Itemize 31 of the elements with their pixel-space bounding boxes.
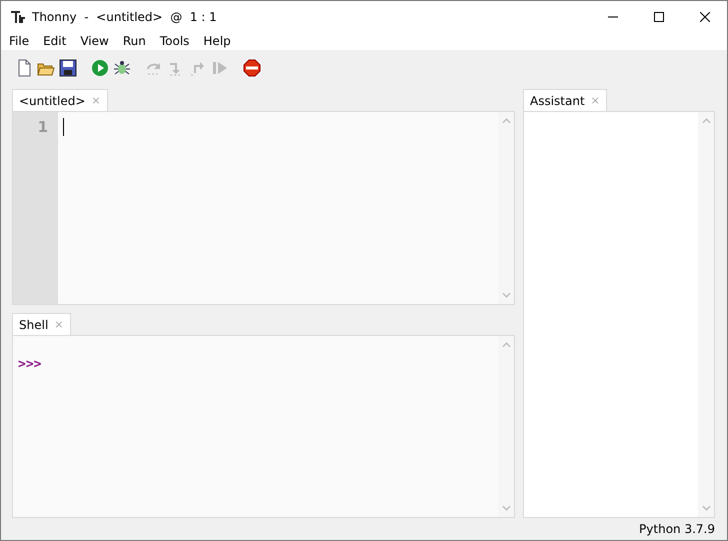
editor-tab[interactable]: <untitled> × — [12, 89, 108, 111]
menu-item[interactable]: File — [8, 34, 36, 48]
menu-item[interactable]: Help — [202, 34, 237, 48]
debug-icon[interactable] — [113, 59, 131, 77]
shell-console[interactable]: >>> — [12, 335, 515, 518]
menu-item[interactable]: Tools — [158, 34, 196, 48]
app-logo-icon — [10, 8, 26, 24]
status-text: Python 3.7.9 — [639, 522, 715, 536]
menu-item[interactable]: Edit — [42, 34, 72, 48]
shell-prompt: >>> — [18, 357, 42, 372]
menu-item[interactable]: View — [79, 34, 115, 48]
scroll-down-icon[interactable] — [502, 292, 510, 298]
scrollbar[interactable] — [498, 336, 514, 517]
menu-item[interactable]: Run — [122, 34, 152, 48]
text-cursor — [63, 118, 64, 136]
maximize-icon[interactable] — [654, 12, 664, 22]
scroll-down-icon[interactable] — [502, 505, 510, 511]
scroll-up-icon[interactable] — [702, 118, 710, 124]
scrollbar[interactable] — [698, 112, 714, 517]
window-title: Thonny - <untitled> @ 1 : 1 — [32, 10, 217, 24]
stop-icon[interactable] — [243, 59, 261, 77]
scrollbar[interactable] — [498, 112, 514, 304]
shell-tab[interactable]: Shell × — [12, 313, 70, 335]
line-number: 1 — [38, 118, 48, 136]
run-icon[interactable] — [91, 59, 109, 77]
save-icon[interactable] — [59, 59, 77, 77]
scroll-down-icon[interactable] — [702, 505, 710, 511]
close-icon[interactable] — [700, 12, 710, 22]
scroll-up-icon[interactable] — [502, 118, 510, 124]
scroll-up-icon[interactable] — [502, 342, 510, 348]
assistant-tab[interactable]: Assistant × — [523, 89, 607, 111]
